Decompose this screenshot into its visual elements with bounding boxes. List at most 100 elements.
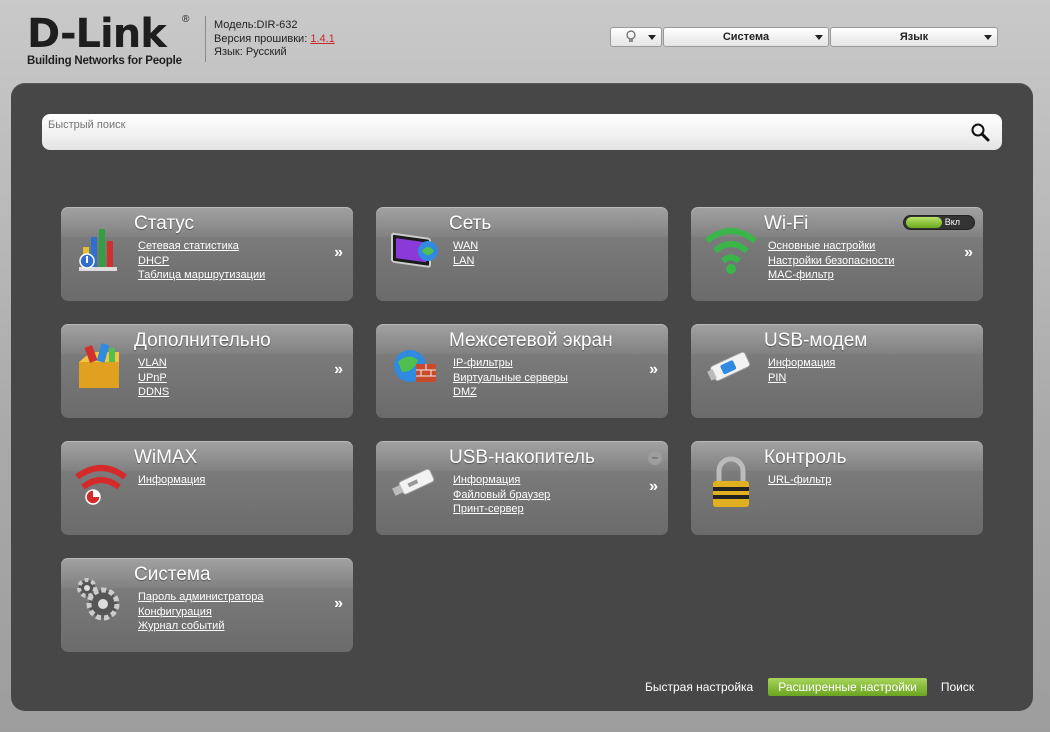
link-storage-info[interactable]: Информация	[453, 473, 550, 488]
registered-mark: ®	[182, 14, 190, 25]
status-chart-icon	[79, 229, 117, 271]
tile-firewall-links: IP-фильтры Виртуальные серверы DMZ	[453, 356, 568, 400]
minus-icon[interactable]: –	[648, 451, 662, 465]
toggle-label: Вкл	[944, 217, 960, 227]
link-wan[interactable]: WAN	[453, 239, 478, 254]
tile-wifi-title: Wi-Fi	[764, 213, 809, 234]
tile-usb-storage-title: USB-накопитель	[449, 447, 595, 468]
notifications-dropdown[interactable]	[610, 27, 662, 47]
more-button[interactable]: »	[964, 244, 973, 262]
language-menu[interactable]: Язык	[830, 27, 998, 47]
link-network-statistics[interactable]: Сетевая статистика	[138, 239, 265, 254]
toolbox-icon	[79, 343, 119, 388]
more-button[interactable]: »	[649, 361, 658, 379]
footer-nav: Быстрая настройка Расширенные настройки …	[645, 678, 974, 696]
more-button[interactable]: »	[334, 361, 343, 379]
language-value: Русский	[245, 46, 287, 58]
quick-search-input[interactable]	[48, 116, 948, 134]
firmware-link[interactable]: 1.4.1	[310, 33, 334, 45]
tile-usb-modem-links: Информация PIN	[768, 356, 835, 385]
top-toolbar: Система Язык	[610, 27, 999, 47]
dlink-logo: D-Link ® Building Networks for People	[27, 14, 192, 70]
tile-usb-storage-links: Информация Файловый браузер Принт-сервер	[453, 473, 550, 517]
tile-status-title: Статус	[134, 213, 195, 234]
search-link[interactable]: Поиск	[941, 680, 974, 694]
wifi-icon	[705, 228, 757, 274]
search-icon[interactable]	[970, 122, 990, 142]
tile-network: Сеть WAN LAN	[376, 207, 668, 301]
link-print-server[interactable]: Принт-сервер	[453, 502, 550, 517]
language-menu-label: Язык	[899, 31, 929, 43]
firewall-globe-icon	[394, 350, 436, 382]
link-modem-info[interactable]: Информация	[768, 356, 835, 371]
chevron-down-icon	[815, 35, 823, 40]
link-event-log[interactable]: Журнал событий	[138, 619, 264, 634]
tile-control-title: Контроль	[764, 447, 847, 468]
more-button[interactable]: »	[334, 244, 343, 262]
tile-status-links: Сетевая статистика DHCP Таблица маршрути…	[138, 239, 265, 283]
link-vlan[interactable]: VLAN	[138, 356, 169, 371]
tile-usb-storage: USB-накопитель – Информация Файловый бра…	[376, 441, 668, 535]
link-url-filter[interactable]: URL-фильтр	[768, 473, 831, 488]
tile-system-title: Система	[134, 564, 211, 585]
more-button[interactable]: »	[334, 595, 343, 613]
usb-modem-icon	[707, 351, 751, 382]
link-security-settings[interactable]: Настройки безопасности	[768, 254, 895, 269]
tile-wimax-title: WiMAX	[134, 447, 198, 468]
tile-wimax: WiMAX Информация	[61, 441, 353, 535]
model-label: Модель:	[214, 19, 257, 31]
tile-advanced-links: VLAN UPnP DDNS	[138, 356, 169, 400]
tile-status: Статус Сетевая статистика DHCP Таблица м…	[61, 207, 353, 301]
lock-icon	[713, 456, 749, 507]
tile-system-links: Пароль администратора Конфигурация Журна…	[138, 590, 264, 634]
more-button[interactable]: »	[649, 478, 658, 496]
quick-setup-link[interactable]: Быстрая настройка	[645, 680, 753, 694]
brand-tagline: Building Networks for People	[27, 55, 182, 67]
tile-advanced: Дополнительно VLAN UPnP DDNS »	[61, 324, 353, 418]
quick-search-bar	[42, 114, 1002, 150]
system-menu-label: Система	[722, 31, 770, 43]
chevron-down-icon	[984, 35, 992, 40]
tile-firewall-title: Межсетевой экран	[449, 330, 613, 351]
tile-firewall: Межсетевой экран IP-фильтры Виртуальные …	[376, 324, 668, 418]
link-virtual-servers[interactable]: Виртуальные серверы	[453, 371, 568, 386]
wifi-toggle[interactable]: Вкл	[903, 215, 975, 230]
network-monitor-icon	[391, 232, 438, 268]
link-admin-password[interactable]: Пароль администратора	[138, 590, 264, 605]
tile-system: Система Пароль администратора Конфигурац…	[61, 558, 353, 652]
link-lan[interactable]: LAN	[453, 254, 478, 269]
tile-control-links: URL-фильтр	[768, 473, 831, 488]
tile-network-title: Сеть	[449, 213, 492, 234]
link-pin[interactable]: PIN	[768, 371, 835, 386]
brand-name: D-Link	[27, 11, 167, 57]
lightbulb-icon	[626, 30, 636, 42]
tile-usb-modem-title: USB-модем	[764, 330, 868, 351]
link-dhcp[interactable]: DHCP	[138, 254, 265, 269]
usb-drive-icon	[392, 468, 435, 496]
link-wimax-info[interactable]: Информация	[138, 473, 205, 488]
language-label: Язык:	[214, 46, 246, 58]
header-divider	[205, 16, 206, 62]
link-ip-filters[interactable]: IP-фильтры	[453, 356, 568, 371]
tile-wifi-links: Основные настройки Настройки безопасност…	[768, 239, 895, 283]
link-configuration[interactable]: Конфигурация	[138, 605, 264, 620]
advanced-settings-button[interactable]: Расширенные настройки	[768, 678, 927, 696]
firmware-label: Версия прошивки:	[214, 32, 311, 45]
tile-usb-modem: USB-модем Информация PIN	[691, 324, 983, 418]
wimax-icon	[75, 465, 127, 505]
link-ddns[interactable]: DDNS	[138, 385, 169, 400]
tile-control: Контроль URL-фильтр	[691, 441, 983, 535]
link-routing-table[interactable]: Таблица маршрутизации	[138, 268, 265, 283]
link-dmz[interactable]: DMZ	[453, 385, 568, 400]
link-mac-filter[interactable]: MAC-фильтр	[768, 268, 895, 283]
system-menu[interactable]: Система	[663, 27, 829, 47]
model-value: DIR-632	[256, 19, 298, 31]
chevron-down-icon	[648, 35, 656, 40]
link-file-browser[interactable]: Файловый браузер	[453, 488, 550, 503]
gears-icon	[77, 578, 120, 621]
tile-advanced-title: Дополнительно	[134, 330, 271, 351]
link-basic-settings[interactable]: Основные настройки	[768, 239, 895, 254]
device-info: Модель:DIR-632 Версия прошивки: 1.4.1 Яз…	[214, 19, 335, 60]
toggle-knob	[906, 217, 942, 228]
link-upnp[interactable]: UPnP	[138, 371, 169, 386]
